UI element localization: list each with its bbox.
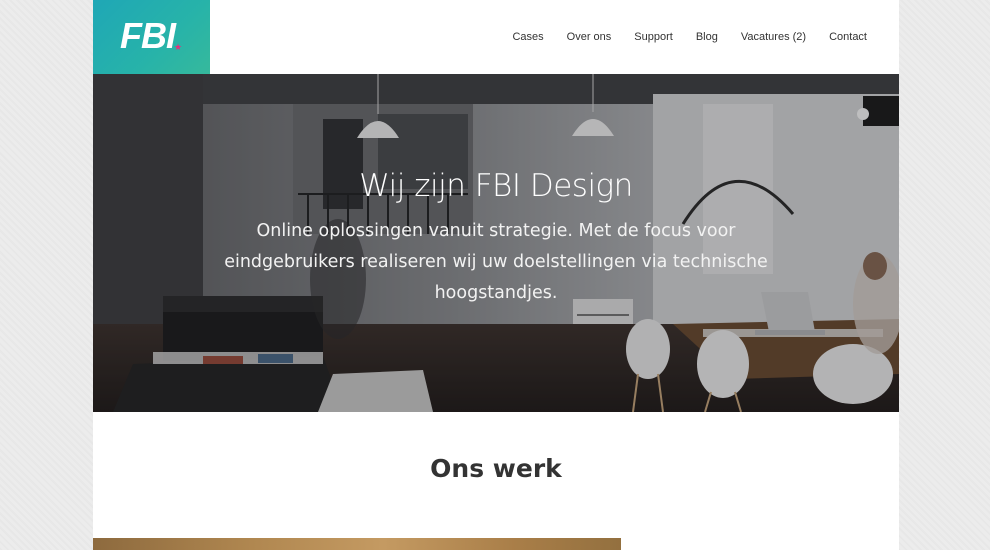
- nav-item-support[interactable]: Support: [634, 31, 673, 43]
- logo-text: FBI: [120, 15, 176, 56]
- fbi-logo[interactable]: FBI ★: [93, 0, 210, 74]
- page: FBI ★ Cases Over ons Support Blog Vacatu…: [93, 0, 899, 550]
- nav-item-vacatures[interactable]: Vacatures (2): [741, 31, 806, 43]
- work-section-title: Ons werk: [430, 454, 562, 483]
- nav-item-cases[interactable]: Cases: [512, 31, 543, 43]
- hero-title: Wij zijn FBI Design: [359, 168, 633, 204]
- nav-item-contact[interactable]: Contact: [829, 31, 867, 43]
- nav-item-over-ons[interactable]: Over ons: [567, 31, 612, 43]
- site-header: FBI ★ Cases Over ons Support Blog Vacatu…: [93, 0, 899, 74]
- work-thumbnail[interactable]: [93, 538, 621, 550]
- nav-item-blog[interactable]: Blog: [696, 31, 718, 43]
- hero-subtitle: Online oplossingen vanuit strategie. Met…: [224, 221, 768, 303]
- hero-banner: Wij zijn FBI Design Online oplossingen v…: [93, 74, 899, 412]
- main-nav: Cases Over ons Support Blog Vacatures (2…: [489, 0, 867, 74]
- logo-star-icon: ★: [174, 42, 183, 52]
